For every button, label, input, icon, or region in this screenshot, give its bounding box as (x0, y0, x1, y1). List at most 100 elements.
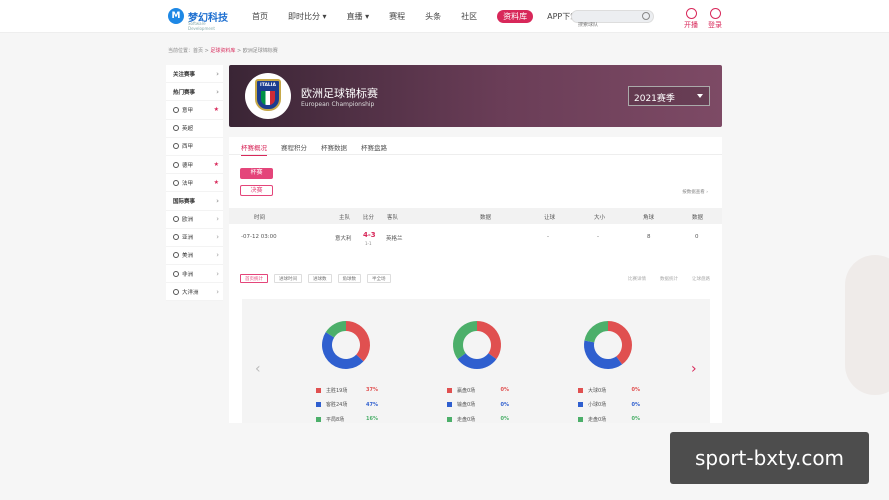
sidebar-item[interactable]: 亚洲 › (166, 229, 223, 247)
tab-divider (229, 154, 722, 155)
top-navbar: M 梦幻科技 Software Development 首页 即时比分 ▾ 直播 ▾… (0, 0, 889, 33)
column-header: 主队 (339, 215, 351, 221)
legend-percent: 16% (366, 416, 378, 423)
search-input[interactable] (578, 22, 638, 28)
sidebar-item[interactable]: 西甲 (166, 138, 223, 156)
table-cell-overunder: - (597, 234, 599, 240)
sidebar-item-label: 大洋洲 (182, 289, 199, 296)
table-cell-score: 4-3 (363, 231, 376, 239)
sidebar-item[interactable]: 美洲 › (166, 247, 223, 266)
nav-link[interactable]: 头条 (425, 11, 441, 22)
filter-button[interactable]: 进球数 (308, 274, 332, 283)
sidebar-item[interactable]: 德甲 ★ (166, 156, 223, 175)
open-stream-button[interactable]: 开播 (682, 8, 700, 30)
halftime-score: 1-1 (365, 241, 372, 246)
stat-link[interactable]: 比赛详情 (628, 276, 646, 282)
donut-slice (584, 340, 623, 369)
breadcrumb-section[interactable]: 足球资料库 (210, 48, 235, 54)
table-cell-home: 意大利 (335, 236, 352, 242)
league-icon (173, 216, 179, 223)
competition-title: 欧洲足球锦标赛 (301, 87, 378, 100)
next-arrow-icon[interactable]: › (691, 361, 697, 377)
legend-percent: 0% (500, 416, 510, 423)
star-icon[interactable]: ★ (214, 161, 219, 168)
legend-item: 平局8场 16% (316, 412, 378, 427)
chevron-down-icon (697, 94, 703, 98)
search-icon[interactable] (642, 12, 650, 20)
nav-link[interactable]: 赛程 (389, 11, 405, 22)
table-row[interactable]: -07-12 03:00 意大利 4-3 英格兰 - - 8 0 1-1 (229, 226, 722, 248)
legend-item: 赢盘0场 0% (447, 383, 509, 398)
background-decoration (845, 255, 889, 395)
filter-button[interactable]: 首页统计 (240, 274, 268, 283)
breadcrumb-current: 欧洲足球锦标赛 (242, 48, 278, 54)
breadcrumb-home[interactable]: 首页 (193, 48, 203, 54)
filter-button[interactable]: 进球时间 (274, 274, 302, 283)
donut-chart (322, 321, 370, 369)
legend-percent: 0% (631, 401, 641, 408)
login-button[interactable]: 登录 (706, 8, 724, 30)
sidebar-item[interactable]: 关注赛事 › (166, 65, 223, 84)
legend-swatch (316, 416, 321, 422)
stage-pill-final[interactable]: 决赛 (240, 185, 273, 196)
table-cell-handicap: - (547, 234, 549, 240)
filter-button[interactable]: 角球数 (337, 274, 361, 283)
chart-legend: 大球0场 0% 小球0场 0% 走盘0场 0% (578, 383, 640, 427)
search-box[interactable] (571, 10, 654, 28)
legend-swatch (578, 387, 583, 393)
sidebar-item[interactable]: 欧洲 › (166, 211, 223, 229)
breadcrumb-separator: > (235, 48, 243, 54)
sidebar-item[interactable]: 意甲 ★ (166, 101, 223, 120)
breadcrumb-prefix: 当前位置： (168, 48, 194, 54)
prev-arrow-icon[interactable]: ‹ (255, 361, 261, 377)
sidebar-item[interactable]: 大洋洲 › (166, 283, 223, 302)
nav-link[interactable]: 资料库 (497, 10, 534, 23)
league-icon (173, 288, 179, 295)
column-header: 大小 (594, 215, 606, 221)
legend-item: 客胜24场 47% (316, 398, 378, 413)
nav-link[interactable]: 直播 ▾ (347, 11, 370, 22)
legend-swatch (578, 416, 583, 422)
nav-link[interactable]: 即时比分 ▾ (288, 11, 327, 22)
stat-link[interactable]: 让球盘路 (692, 276, 710, 282)
league-icon (173, 143, 179, 150)
star-icon[interactable]: ★ (214, 179, 219, 186)
column-header: 客队 (387, 215, 399, 221)
user-icon (709, 8, 721, 19)
legend-item: 大球0场 0% (578, 383, 640, 398)
sidebar-item[interactable]: 英超 (166, 120, 223, 138)
donut-slice (457, 353, 497, 369)
team-badge: ITALIA (245, 73, 291, 119)
stage-pill-cup[interactable]: 杯赛 (240, 168, 273, 179)
donut-slice (322, 332, 364, 369)
column-header: 比分 (363, 215, 375, 221)
sidebar-item[interactable]: 热门赛事 › (166, 83, 223, 102)
sidebar-item[interactable]: 法甲 ★ (166, 174, 223, 193)
legend-label: 输盘0场 (457, 402, 476, 409)
sidebar-item-label: 美洲 (182, 253, 194, 260)
sidebar-item-label: 热门赛事 (173, 89, 196, 96)
legend-item: 走盘0场 0% (447, 412, 509, 427)
season-value: 2021赛季 (634, 94, 675, 104)
stat-link[interactable]: 数据统计 (660, 276, 678, 282)
season-select[interactable]: 2021赛季 (628, 86, 710, 106)
main-panel: 杯赛概况 赛程积分 杯赛数据 杯赛盘路 杯赛 决赛 按数据查看 › 时间 主队 比分 客队数… (229, 137, 722, 423)
legend-item: 走盘0场 0% (578, 412, 640, 427)
view-by-data-link[interactable]: 按数据查看 › (682, 189, 708, 195)
column-header: 时间 (254, 215, 266, 221)
table-cell-data2: 0 (695, 234, 699, 240)
logo[interactable]: M 梦幻科技 Software Development (168, 8, 228, 31)
nav-link[interactable]: 社区 (461, 11, 477, 22)
legend-percent: 47% (366, 401, 378, 408)
breadcrumb: 当前位置：首页 > 足球资料库 > 欧洲足球锦标赛 (168, 47, 278, 54)
chevron-right-icon: › (216, 251, 219, 260)
legend-item: 输盘0场 0% (447, 398, 509, 413)
watermark: sport-bxty.com (670, 432, 869, 484)
nav-link[interactable]: 首页 (252, 11, 268, 22)
star-icon[interactable]: ★ (214, 106, 219, 113)
column-header: 让球 (544, 215, 556, 221)
sidebar-item[interactable]: 国际赛事 › (166, 192, 223, 211)
sidebar-item[interactable]: 非洲 › (166, 265, 223, 284)
legend-swatch (578, 402, 583, 408)
filter-button[interactable]: 半全场 (367, 274, 391, 283)
